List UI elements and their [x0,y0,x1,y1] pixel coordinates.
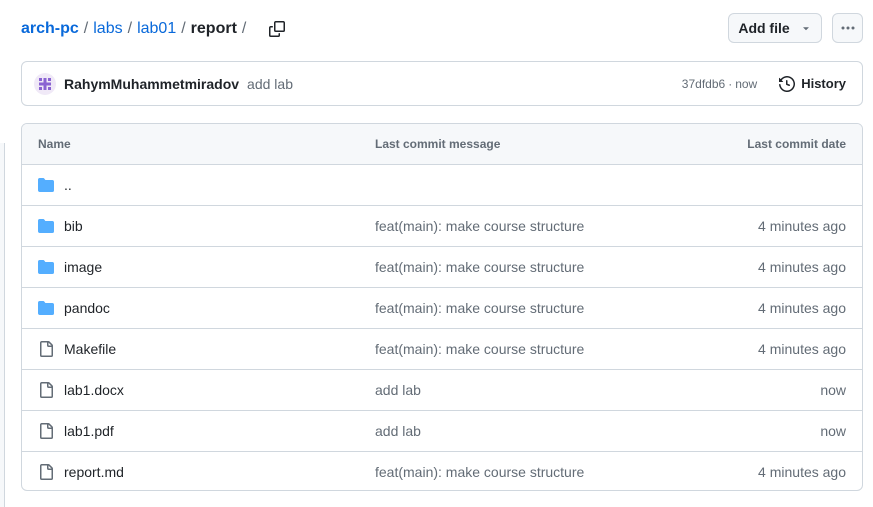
file-browser-page: arch-pc / labs / lab01 / report / Add fi… [0,0,873,507]
commit-date: 4 minutes ago [758,464,846,480]
folder-icon [38,218,54,234]
table-row[interactable]: bib feat(main): make course structure 4 mi… [22,206,862,247]
file-name-link[interactable]: Makefile [64,341,116,357]
folder-icon [38,259,54,275]
table-header: Name Last commit message Last commit dat… [22,124,862,165]
commit-date: now [820,382,846,398]
commit-date: 4 minutes ago [758,218,846,234]
more-options-button[interactable] [832,13,863,43]
kebab-horizontal-icon [841,26,854,30]
folder-icon [38,300,54,316]
file-icon [38,423,54,439]
file-name-link[interactable]: lab1.docx [64,382,124,398]
breadcrumb: arch-pc / labs / lab01 / report / [21,17,289,41]
commit-message-link[interactable]: feat(main): make course structure [375,259,584,275]
file-name-link[interactable]: report.md [64,464,124,480]
table-row[interactable]: pandoc feat(main): make course structure 4… [22,288,862,329]
column-header-name: Name [38,137,71,151]
file-rows: bib feat(main): make course structure 4 mi… [22,206,862,490]
breadcrumb-separator: / [83,20,89,37]
table-row[interactable]: report.md feat(main): make course structu… [22,452,862,490]
parent-directory-link[interactable]: .. [64,177,72,193]
file-icon [38,382,54,398]
commit-message-link[interactable]: feat(main): make course structure [375,218,584,234]
commit-time: now [735,76,758,91]
commit-date: 4 minutes ago [758,341,846,357]
avatar[interactable] [34,72,56,95]
commit-date: 4 minutes ago [758,259,846,275]
breadcrumb-labs-link[interactable]: labs [93,20,122,38]
left-panel-edge [0,143,5,507]
file-name-link[interactable]: lab1.pdf [64,423,114,439]
commit-sha-link[interactable]: 37dfdb6 [682,77,725,91]
breadcrumb-separator: / [127,20,133,37]
history-button[interactable]: History [779,75,846,92]
commit-date: 4 minutes ago [758,300,846,316]
copy-path-button[interactable] [265,17,289,41]
commit-date: now [820,423,846,439]
commit-message-link[interactable]: feat(main): make course structure [375,464,584,480]
folder-icon [38,177,54,193]
commit-message-link[interactable]: add lab [375,382,421,398]
commit-message-link[interactable]: add lab [375,423,421,439]
parent-directory-row[interactable]: .. [22,165,862,206]
commit-separator-dot: · [728,76,733,91]
file-icon [38,341,54,357]
table-row[interactable]: image feat(main): make course structure 4 … [22,247,862,288]
triangle-down-icon [802,27,809,31]
commit-meta: 37dfdb6 · now History [682,62,846,105]
file-table: Name Last commit message Last commit dat… [21,123,863,491]
latest-commit-bar: RahymMuhammetmiradov add lab 37dfdb6 · n… [21,61,863,106]
history-label: History [801,76,846,91]
breadcrumb-separator: / [181,20,186,37]
breadcrumb-separator: / [241,20,247,37]
column-header-message: Last commit message [375,137,501,151]
commit-message-link[interactable]: add lab [247,76,293,92]
commit-author-link[interactable]: RahymMuhammetmiradov [64,76,239,92]
breadcrumb-lab01-link[interactable]: lab01 [137,20,176,38]
add-file-label: Add file [738,20,790,36]
breadcrumb-repo-link[interactable]: arch-pc [21,20,79,38]
add-file-button[interactable]: Add file [728,13,822,43]
column-header-date: Last commit date [747,137,846,151]
commit-message-link[interactable]: feat(main): make course structure [375,300,584,316]
table-row[interactable]: Makefile feat(main): make course structur… [22,329,862,370]
commit-message-link[interactable]: feat(main): make course structure [375,341,584,357]
file-name-link[interactable]: bib [64,218,83,234]
breadcrumb-current: report [190,20,237,37]
table-row[interactable]: lab1.docx add lab now [22,370,862,411]
file-name-link[interactable]: pandoc [64,300,110,316]
table-row[interactable]: lab1.pdf add lab now [22,411,862,452]
file-icon [38,464,54,480]
identicon-icon [39,77,51,90]
file-name-link[interactable]: image [64,259,102,275]
copy-icon [269,21,286,37]
history-icon [779,75,796,92]
